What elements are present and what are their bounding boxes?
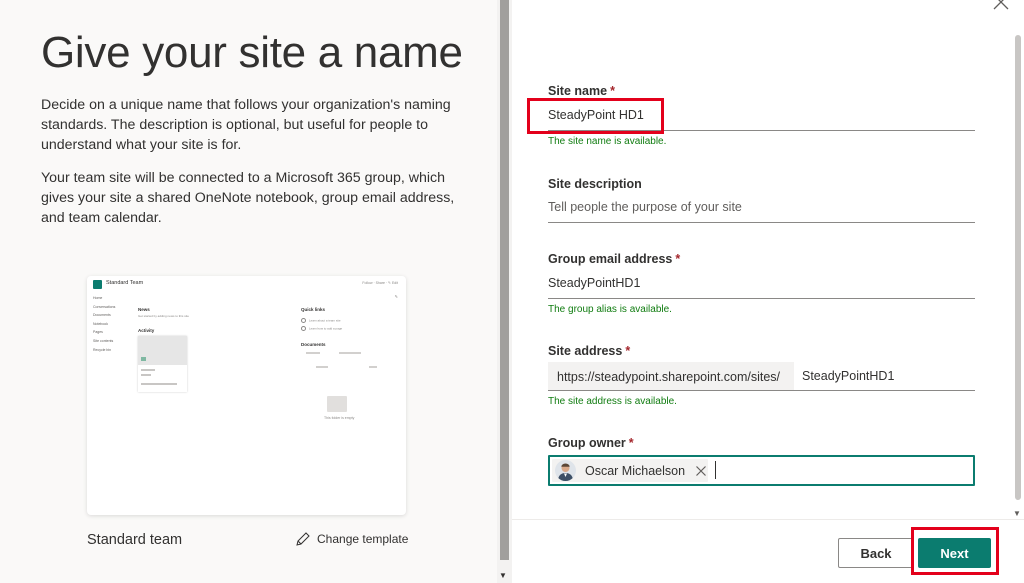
preview-nav-item: Home xyxy=(93,296,103,300)
preview-quick-links-title: Quick links xyxy=(301,307,326,312)
site-address-input[interactable] xyxy=(794,362,975,391)
left-scrollbar-thumb[interactable] xyxy=(500,0,509,560)
group-owner-label: Group owner * xyxy=(548,436,634,450)
preview-edit-icon: ✎ xyxy=(394,294,398,299)
required-marker: * xyxy=(628,436,634,450)
preview-actions: Follow · Share · ✎ Edit xyxy=(362,281,398,285)
required-marker: * xyxy=(625,344,631,358)
preview-site-title: Standard Team xyxy=(106,280,144,286)
preview-tile-line xyxy=(141,383,177,385)
form-panel: Site name* The site name is available. S… xyxy=(512,0,1012,583)
right-scrollbar-thumb[interactable] xyxy=(1015,35,1021,500)
right-scrollbar[interactable]: ▼ xyxy=(1012,0,1024,520)
preview-nav-item: Site contents xyxy=(93,338,114,343)
preview-header: Standard Team Follow · Share · ✎ Edit xyxy=(87,276,406,292)
preview-nav-item: Recycle bin xyxy=(93,347,112,352)
site-name-status: The site name is available. xyxy=(548,136,667,147)
preview-news-title: News xyxy=(138,307,150,312)
preview-nav-item: Pages xyxy=(93,330,103,335)
footer-divider xyxy=(512,519,1024,520)
site-name-input[interactable] xyxy=(548,99,975,131)
preview-nav-item: Notebook xyxy=(93,321,108,326)
preview-doc-line xyxy=(339,352,361,354)
site-description-input[interactable] xyxy=(548,191,975,223)
preview-doc-line xyxy=(316,366,328,368)
page-title: Give your site a name xyxy=(41,28,463,77)
preview-activity-tile xyxy=(138,336,187,392)
intro-paragraph-2: Your team site will be connected to a Mi… xyxy=(41,170,455,226)
template-preview: Standard Team Follow · Share · ✎ Edit ✎ … xyxy=(87,276,406,515)
scroll-down-arrow-icon[interactable]: ▼ xyxy=(499,571,507,580)
change-template-link[interactable]: Change template xyxy=(295,531,408,547)
preview-folder-icon xyxy=(327,396,347,412)
preview-tile-line xyxy=(141,369,155,371)
preview-nav-item: Documents xyxy=(93,313,111,318)
avatar xyxy=(555,460,576,481)
preview-nav-item: Conversations xyxy=(93,304,116,309)
site-name-label: Site name * xyxy=(548,84,615,98)
preview-doc-line xyxy=(306,352,320,354)
template-name: Standard team xyxy=(87,532,183,548)
owner-name: Oscar Michaelson xyxy=(585,463,686,478)
site-address-status: The site address is available. xyxy=(548,396,677,407)
preview-quick-link: Learn how to add a page xyxy=(301,326,342,331)
preview-documents-title: Documents xyxy=(301,342,326,347)
preview-activity-title: Activity xyxy=(138,328,155,333)
group-email-status: The group alias is available. xyxy=(548,304,672,315)
preview-tile-line xyxy=(141,374,151,376)
preview-empty-text: This folder is empty xyxy=(324,416,355,420)
scroll-down-arrow-icon[interactable]: ▼ xyxy=(1013,509,1021,518)
group-email-label: Group email address * xyxy=(548,252,681,266)
left-scrollbar[interactable]: ▼ xyxy=(497,0,512,583)
owner-persona-chip[interactable]: Oscar Michaelson xyxy=(552,459,708,482)
required-marker: * xyxy=(675,252,681,266)
next-button[interactable]: Next xyxy=(918,538,991,568)
preview-news-sub: Get started by adding news to this site xyxy=(138,314,189,318)
site-address-underline xyxy=(548,390,975,391)
preview-site-logo xyxy=(93,280,102,289)
preview-tile-icon xyxy=(141,357,146,361)
left-panel: Give your site a name Decide on a unique… xyxy=(0,0,497,583)
remove-owner-icon[interactable] xyxy=(695,465,707,477)
group-owner-picker[interactable]: Oscar Michaelson xyxy=(548,455,975,486)
required-marker: * xyxy=(610,84,615,98)
preview-doc-line xyxy=(369,366,377,368)
pencil-icon xyxy=(296,532,310,546)
change-template-label: Change template xyxy=(317,532,409,546)
back-button[interactable]: Back xyxy=(838,538,914,568)
group-email-input[interactable] xyxy=(548,267,975,299)
site-address-prefix: https://steadypoint.sharepoint.com/sites… xyxy=(548,362,794,391)
intro-paragraph-1: Decide on a unique name that follows you… xyxy=(41,97,451,153)
preview-quick-link: Learn about a team site xyxy=(301,318,341,323)
close-icon[interactable] xyxy=(990,0,1012,13)
site-address-label: Site address * xyxy=(548,344,631,358)
text-caret xyxy=(715,461,716,479)
site-description-label: Site description xyxy=(548,177,642,191)
preview-nav: Home Conversations Documents Notebook Pa… xyxy=(93,294,115,354)
